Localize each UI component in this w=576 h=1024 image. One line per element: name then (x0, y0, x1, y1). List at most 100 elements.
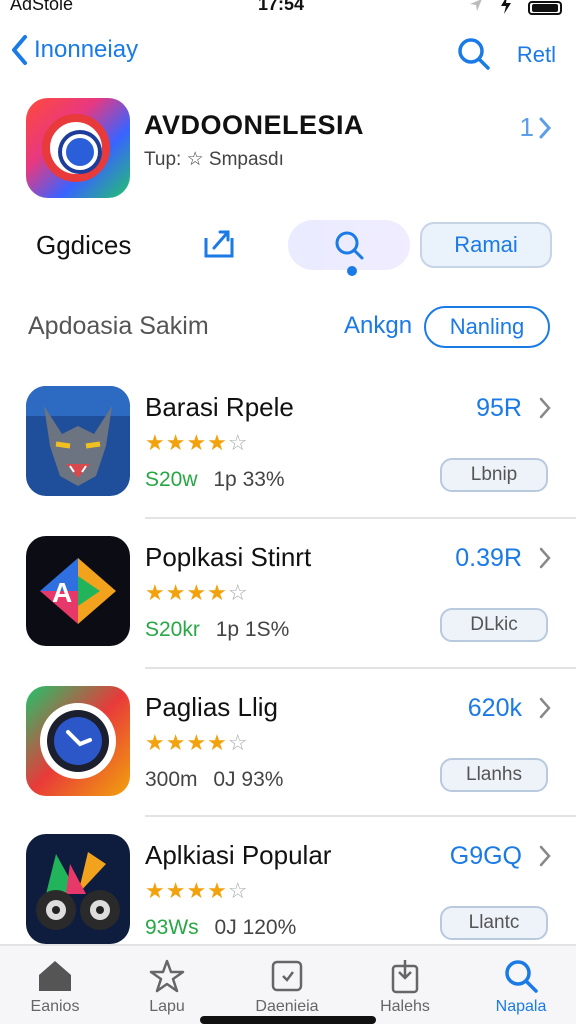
nav-bar: Inonneiay Retl (0, 28, 576, 80)
star-icon (112, 954, 222, 998)
ramai-button[interactable]: Ramai (420, 222, 552, 268)
carrier-label: AdStole (10, 0, 74, 14)
chevron-right-icon[interactable] (538, 844, 552, 868)
calendar-icon (232, 954, 342, 998)
tab-bar: Eanios Lapu Daenieia Halehs Napala (0, 944, 576, 1024)
status-bar: AdStole 17:54 (0, 0, 576, 18)
star-rating: ★★★★☆ (145, 580, 249, 606)
featured-count-value: 1 (519, 112, 534, 142)
location-icon (468, 0, 484, 18)
chevron-right-icon[interactable] (538, 696, 552, 720)
app-rank: 0J (213, 768, 236, 791)
star-rating: ★★★★☆ (145, 430, 249, 456)
app-rank: 1p (213, 468, 237, 491)
battery-icon (528, 0, 562, 15)
app-meta: S20kr 1p 1S% (145, 618, 289, 642)
app-count: G9GQ (449, 842, 522, 870)
app-percent: 93% (241, 768, 284, 791)
chevron-left-icon (12, 35, 27, 65)
tab-label: Lapu (149, 998, 185, 1015)
svg-text:A: A (52, 577, 72, 608)
featured-app-icon (26, 98, 130, 198)
app-percent: 1S% (244, 618, 290, 641)
app-price: S20w (145, 468, 198, 491)
back-label: Inonneiay (34, 36, 139, 63)
app-get-button[interactable]: Lbnip (440, 458, 548, 492)
app-price: 300m (145, 768, 198, 791)
app-rank: 0J (214, 916, 237, 939)
app-price: 93Ws (145, 916, 199, 939)
app-icon-binoculars (26, 834, 130, 944)
featured-app[interactable]: AVDOONELESIA Tup: ☆ Smpasdı 1 (26, 98, 556, 198)
tab-label: Napala (495, 998, 547, 1015)
tab-featured[interactable]: Lapu (112, 954, 222, 1016)
star-rating: ★★★★☆ (145, 730, 249, 756)
app-price: S20kr (145, 618, 200, 641)
featured-app-name: AVDOONELESIA (144, 110, 365, 140)
stars-filled: ★★★★ (145, 730, 228, 755)
app-get-button[interactable]: DLkic (440, 608, 548, 642)
app-icon-wolf (26, 386, 130, 496)
tab-search[interactable]: Napala (466, 954, 576, 1016)
chevron-right-icon[interactable] (538, 396, 552, 420)
app-icon-camera (26, 686, 130, 796)
tab-home[interactable]: Eanios (0, 954, 110, 1016)
home-icon (0, 954, 110, 998)
app-count: 620k (467, 694, 522, 722)
featured-app-subtitle: Tup: ☆ Smpasdı (144, 149, 284, 170)
divider (145, 667, 576, 669)
search-pill-button[interactable] (288, 220, 410, 270)
app-meta: S20w 1p 33% (145, 468, 285, 492)
star-empty-icon: ☆ (227, 730, 249, 755)
list-item[interactable]: Barasi Rpele ★★★★☆ S20w 1p 33% 95R Lbnip (0, 380, 576, 520)
app-percent: 33% (242, 468, 285, 491)
section-link[interactable]: Ankgn (344, 312, 412, 340)
app-get-button[interactable]: Llanhs (440, 758, 548, 792)
section-title: Apdoasia Sakim (28, 312, 209, 340)
app-title: Paglias Llig (145, 692, 278, 722)
stars-filled: ★★★★ (145, 430, 228, 455)
tab-label: Daenieia (255, 998, 319, 1015)
star-rating: ★★★★☆ (145, 878, 249, 904)
share-icon[interactable] (202, 228, 236, 265)
home-indicator[interactable] (200, 1016, 376, 1024)
app-get-button[interactable]: Llantc (440, 906, 548, 940)
charging-icon (500, 0, 512, 19)
tab-label: Eanios (30, 998, 80, 1015)
search-icon[interactable] (456, 36, 492, 77)
list-item[interactable]: Paglias Llig ★★★★☆ 300m 0J 93% 620k Llan… (0, 680, 576, 820)
section-header: Apdoasia Sakim Ankgn Nanling (0, 306, 576, 348)
nav-action-button[interactable]: Retl (517, 42, 556, 68)
stars-filled: ★★★★ (145, 878, 228, 903)
app-percent: 120% (242, 916, 297, 939)
divider (145, 815, 576, 817)
star-empty-icon: ☆ (227, 878, 249, 903)
app-title: Barasi Rpele (145, 392, 294, 422)
tab-label: Halehs (380, 998, 430, 1015)
app-count: 0.39R (455, 544, 522, 572)
app-rank: 1p (215, 618, 240, 641)
back-button[interactable]: Inonneiay (10, 34, 138, 66)
action-row: Ggdices Ramai (0, 218, 576, 274)
chevron-right-icon (539, 117, 552, 138)
section-pill-button[interactable]: Nanling (424, 306, 550, 348)
tab-updates[interactable]: Halehs (350, 954, 460, 1016)
app-icon-triangle: A (26, 536, 130, 646)
app-count: 95R (476, 394, 522, 422)
app-title: Poplkasi Stinrt (145, 542, 312, 572)
featured-app-count[interactable]: 1 (520, 112, 552, 143)
download-icon (350, 954, 460, 998)
status-icons (468, 0, 562, 19)
action-row-title: Ggdices (36, 230, 132, 260)
app-title: Aplkiasi Popular (145, 840, 332, 870)
page-indicator-dot (347, 266, 357, 276)
tab-categories[interactable]: Daenieia (232, 954, 342, 1016)
star-empty-icon: ☆ (227, 430, 249, 455)
stars-filled: ★★★★ (145, 580, 228, 605)
star-empty-icon: ☆ (227, 580, 249, 605)
chevron-right-icon[interactable] (538, 546, 552, 570)
app-meta: 300m 0J 93% (145, 768, 283, 792)
clock: 17:54 (258, 0, 305, 14)
divider (145, 517, 576, 519)
list-item[interactable]: A Poplkasi Stinrt ★★★★☆ S20kr 1p 1S% 0.3… (0, 530, 576, 670)
